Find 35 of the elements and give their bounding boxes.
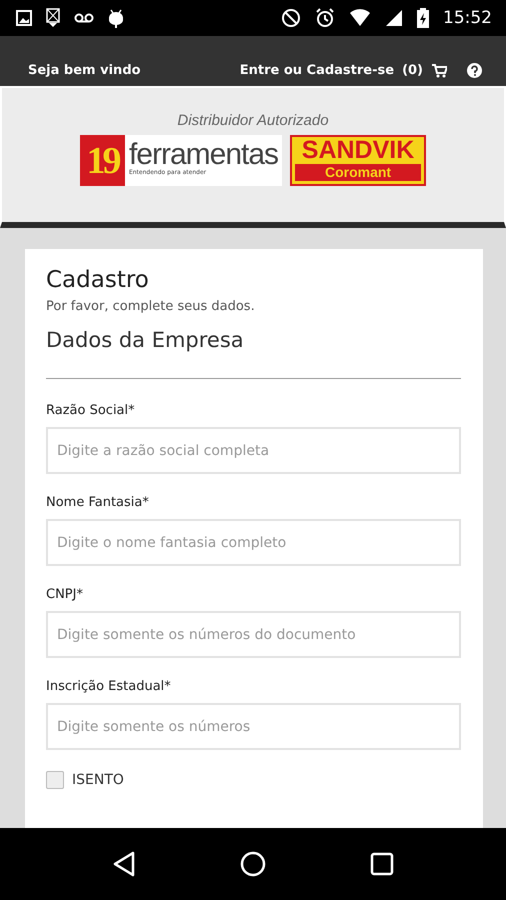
field-label: CNPJ* <box>46 587 84 602</box>
section-title: Dados da Empresa <box>46 328 245 352</box>
help-icon[interactable] <box>467 63 482 78</box>
input-field[interactable]: Digite somente os números do documento <box>46 611 461 658</box>
login-link[interactable]: Entre ou Cadastre-se <box>240 62 394 80</box>
checkbox-label: ISENTO <box>72 772 124 788</box>
caption-text: Distribuidor Autorizado <box>177 112 329 129</box>
input-field[interactable]: Digite a razão social completa <box>46 427 461 474</box>
signal-icon <box>385 9 403 27</box>
back-icon[interactable] <box>112 851 136 877</box>
wifi-icon <box>349 9 371 27</box>
battery-icon <box>417 8 429 28</box>
home-icon[interactable] <box>240 851 266 877</box>
voicemail-icon <box>74 12 94 24</box>
cart-icon[interactable] <box>431 64 447 78</box>
cart-count: (0) <box>402 62 423 80</box>
android-icon <box>108 8 124 28</box>
field-label: Inscrição Estadual* <box>46 679 172 694</box>
partner-name: SANDVIK <box>302 137 414 164</box>
logo-number: 19 <box>80 135 125 186</box>
image-icon <box>16 10 32 26</box>
logo-name: ferramentas <box>128 141 278 169</box>
field-label: Razão Social* <box>46 403 136 418</box>
alarm-icon <box>315 8 335 28</box>
form-title: Cadastro <box>46 267 150 293</box>
partner-subname: Coromant <box>295 164 422 181</box>
input-field[interactable]: Digite o nome fantasia completo <box>46 519 461 566</box>
input-field[interactable]: Digite somente os números <box>46 703 461 750</box>
clock: 15:52 <box>443 8 492 28</box>
form-subtitle: Por favor, complete seus dados. <box>46 299 256 314</box>
welcome-text: Seja bem vindo <box>28 62 141 80</box>
do-not-disturb-icon <box>281 8 301 28</box>
checkbox[interactable] <box>46 771 64 789</box>
recents-icon[interactable] <box>370 852 394 876</box>
field-label: Nome Fantasia* <box>46 495 150 510</box>
